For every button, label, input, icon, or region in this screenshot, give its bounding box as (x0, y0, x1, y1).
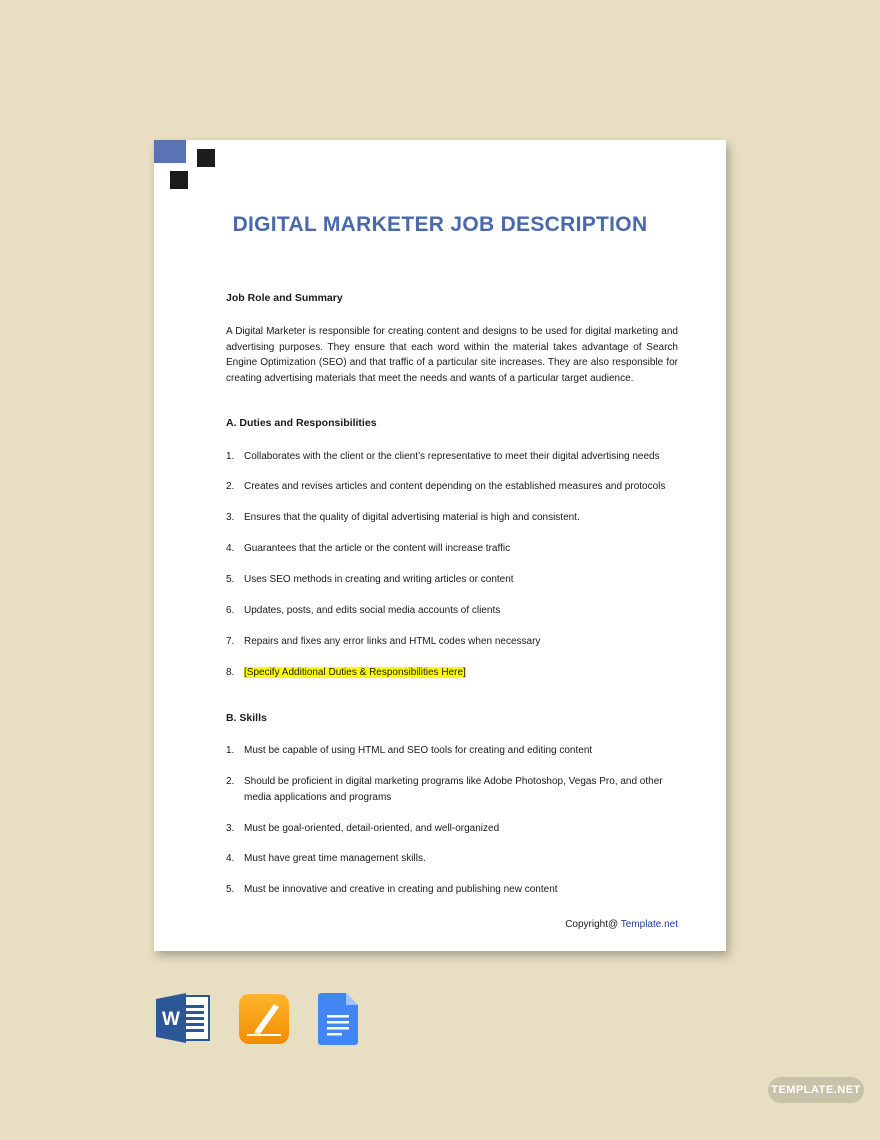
document-page: DIGITAL MARKETER JOB DESCRIPTION Job Rol… (154, 140, 726, 951)
list-number: 2. (226, 776, 235, 787)
watermark-badge: TEMPLATE.NET (768, 1077, 864, 1103)
list-number: 3. (226, 512, 235, 523)
list-text: Uses SEO methods in creating and writing… (244, 574, 514, 585)
list-text: Collaborates with the client or the clie… (244, 451, 660, 462)
copyright-line: Copyright@ Template.net (565, 919, 678, 930)
highlighted-placeholder: [Specify Additional Duties & Responsibil… (244, 667, 466, 678)
blue-square-decoration (154, 140, 186, 163)
list-text: Updates, posts, and edits social media a… (244, 605, 501, 616)
list-text: Must have great time management skills. (244, 853, 426, 864)
list-number: 3. (226, 823, 235, 834)
pages-icon[interactable] (238, 993, 290, 1050)
black-square-decoration (197, 149, 215, 167)
summary-paragraph: A Digital Marketer is responsible for cr… (226, 326, 678, 384)
list-number: 7. (226, 636, 235, 647)
duties-heading: A. Duties and Responsibilities (226, 417, 377, 429)
placeholder-text-wrapper: [Specify Additional Duties & Responsibil… (244, 665, 676, 681)
role-heading: Job Role and Summary (226, 292, 343, 304)
list-text: Ensures that the quality of digital adve… (244, 512, 580, 523)
list-number: 1. (226, 745, 235, 756)
document-title: DIGITAL MARKETER JOB DESCRIPTION (232, 213, 648, 236)
copyright-prefix: Copyright@ (565, 919, 621, 930)
list-number: 4. (226, 543, 235, 554)
list-number: 8. (226, 667, 235, 678)
copyright-link[interactable]: Template.net (621, 919, 678, 930)
list-text: Repairs and fixes any error links and HT… (244, 636, 541, 647)
svg-text:W: W (162, 1009, 180, 1030)
list-number: 2. (226, 481, 235, 492)
word-icon[interactable]: W (156, 993, 210, 1048)
list-text: Should be proficient in digital marketin… (244, 776, 663, 803)
list-text: Must be capable of using HTML and SEO to… (244, 745, 593, 756)
list-number: 6. (226, 605, 235, 616)
list-text: Creates and revises articles and content… (244, 481, 666, 492)
list-text: Guarantees that the article or the conte… (244, 543, 511, 554)
list-text: Must be innovative and creative in creat… (244, 884, 558, 895)
skills-heading: B. Skills (226, 712, 267, 724)
list-number: 5. (226, 884, 235, 895)
list-number: 5. (226, 574, 235, 585)
list-text: Must be goal-oriented, detail-oriented, … (244, 823, 500, 834)
list-number: 1. (226, 451, 235, 462)
list-number: 4. (226, 853, 235, 864)
google-docs-icon[interactable] (318, 993, 358, 1050)
black-square-decoration (170, 171, 188, 189)
